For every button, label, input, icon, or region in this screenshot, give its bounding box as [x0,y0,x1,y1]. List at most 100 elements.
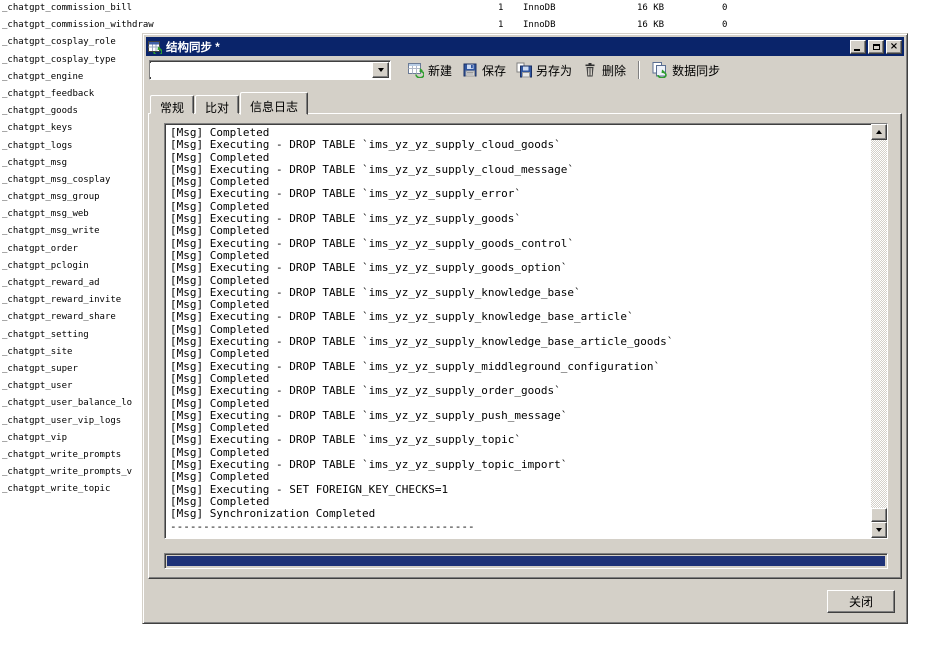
scroll-down-button[interactable] [871,522,887,538]
table-detail-cell: 0 [722,3,727,13]
dialog-toolbar: 新建 保存 另存为 [149,58,903,82]
table-name: _chatgpt_setting [2,330,89,340]
table-name: _chatgpt_logs [2,141,72,151]
log-line: [Msg] Completed [170,275,869,287]
table-name: _chatgpt_write_prompts_v [2,467,132,477]
scrollbar-thumb[interactable] [871,508,887,522]
table-name: _chatgpt_reward_invite [2,295,121,305]
tab-general[interactable]: 常规 [150,95,194,114]
log-line: [Msg] Executing - DROP TABLE `ims_yz_yz_… [170,311,869,323]
data-sync-button[interactable]: 数据同步 [647,59,725,81]
table-name: _chatgpt_msg [2,158,67,168]
table-name: _chatgpt_user [2,381,72,391]
table-detail-cell: 1 [498,3,503,13]
log-scrollbar[interactable] [871,124,887,538]
log-line: [Msg] Executing - DROP TABLE `ims_yz_yz_… [170,434,869,446]
dialog-titlebar[interactable]: 结构同步 * × [146,37,904,56]
table-name: _chatgpt_user_vip_logs [2,416,121,426]
close-button[interactable]: 关闭 [827,590,895,613]
combobox-dropdown-button[interactable] [372,62,389,78]
log-line: [Msg] Executing - DROP TABLE `ims_yz_yz_… [170,385,869,397]
tab-message-log[interactable]: 信息日志 [240,92,308,115]
toolbar-separator [638,61,640,79]
minimize-icon [854,49,860,51]
table-list-item[interactable]: _chatgpt_commission_bill1InnoDB16 KB0 [2,0,949,17]
log-box: [Msg] Completed[Msg] Executing - DROP TA… [164,123,888,539]
table-name: _chatgpt_order [2,244,78,254]
log-line: [Msg] Executing - DROP TABLE `ims_yz_yz_… [170,213,869,225]
maximize-button[interactable] [868,40,884,54]
table-list-item[interactable]: _chatgpt_commission_withdraw 1 InnoDB 16 KB… [2,17,949,34]
table-name: _chatgpt_user_balance_lo [2,398,132,408]
log-line: [Msg] Executing - DROP TABLE `ims_yz_yz_… [170,238,869,250]
table-name: _chatgpt_msg_write [2,226,100,236]
table-name: _chatgpt_keys [2,123,72,133]
close-icon: × [890,42,898,52]
delete-label: 删除 [602,62,626,79]
log-line: [Msg] Completed [170,471,869,483]
progress-fill [167,556,885,566]
table-detail-cell: 16 KB [637,20,664,30]
save-as-icon [516,62,532,78]
chevron-down-icon [378,68,384,72]
table-name: _chatgpt_msg_group [2,192,100,202]
new-profile-button[interactable]: 新建 [403,59,457,81]
maximize-icon [873,44,880,50]
scroll-down-icon [876,528,882,532]
table-name: _chatgpt_write_topic [2,484,110,494]
scroll-up-button[interactable] [871,124,887,140]
profile-combobox[interactable] [149,60,391,80]
log-line: [Msg] Completed [170,398,869,410]
profile-combobox-input[interactable] [150,63,372,77]
table-detail-cell: InnoDB [523,20,556,30]
table-name: _chatgpt_feedback [2,89,94,99]
table-name: _chatgpt_engine [2,72,83,82]
tab-compare[interactable]: 比对 [195,95,239,114]
table-name: _chatgpt_site [2,347,72,357]
log-line: [Msg] Executing - DROP TABLE `ims_yz_yz_… [170,459,869,471]
new-profile-icon [408,62,424,78]
table-detail-cell: 16 KB [637,3,664,13]
structure-sync-icon [148,40,162,54]
table-name: _chatgpt_reward_share [2,312,116,322]
save-icon [462,62,478,78]
table-name: _chatgpt_msg_cosplay [2,175,110,185]
log-line: [Msg] Executing - DROP TABLE `ims_yz_yz_… [170,188,869,200]
log-line: [Msg] Executing - DROP TABLE `ims_yz_yz_… [170,361,869,373]
dialog-title: 结构同步 * [166,39,848,55]
log-line: [Msg] Executing - DROP TABLE `ims_yz_yz_… [170,336,869,348]
log-line: [Msg] Executing - DROP TABLE `ims_yz_yz_… [170,164,869,176]
table-name: _chatgpt_goods [2,106,78,116]
table-detail-cell: 1 [498,20,503,30]
close-window-button[interactable]: × [886,40,902,54]
log-line: [Msg] Executing - SET FOREIGN_KEY_CHECKS… [170,484,869,496]
minimize-button[interactable] [850,40,866,54]
log-line: ----------------------------------------… [170,521,869,533]
progress-bar [164,553,888,569]
table-name: _chatgpt_write_prompts [2,450,121,460]
log-line: [Msg] Completed [170,348,869,360]
log-text[interactable]: [Msg] Completed[Msg] Executing - DROP TA… [165,124,871,538]
save-as-button[interactable]: 另存为 [511,59,577,81]
save-button[interactable]: 保存 [457,59,511,81]
delete-button[interactable]: 删除 [577,59,631,81]
scroll-up-icon [876,130,882,134]
tab-strip: 常规 比对 信息日志 [150,91,309,114]
close-button-label: 关闭 [849,593,873,610]
data-sync-label: 数据同步 [672,62,720,79]
save-as-label: 另存为 [536,62,572,79]
table-name: _chatgpt_pclogin [2,261,89,271]
table-detail-cell: 0 [722,20,727,30]
log-line: [Msg] Executing - DROP TABLE `ims_yz_yz_… [170,139,869,151]
save-label: 保存 [482,62,506,79]
log-line: [Msg] Synchronization Completed [170,508,869,520]
table-name: _chatgpt_vip [2,433,67,443]
table-name: _chatgpt_cosplay_type [2,55,116,65]
data-sync-icon [652,62,668,78]
log-line: [Msg] Completed [170,225,869,237]
new-profile-label: 新建 [428,62,452,79]
message-log-panel: [Msg] Completed[Msg] Executing - DROP TA… [148,113,902,579]
table-name: _chatgpt_msg_web [2,209,89,219]
table-name: _chatgpt_commission_withdraw [2,20,154,30]
table-detail-cell: InnoDB [523,3,556,13]
